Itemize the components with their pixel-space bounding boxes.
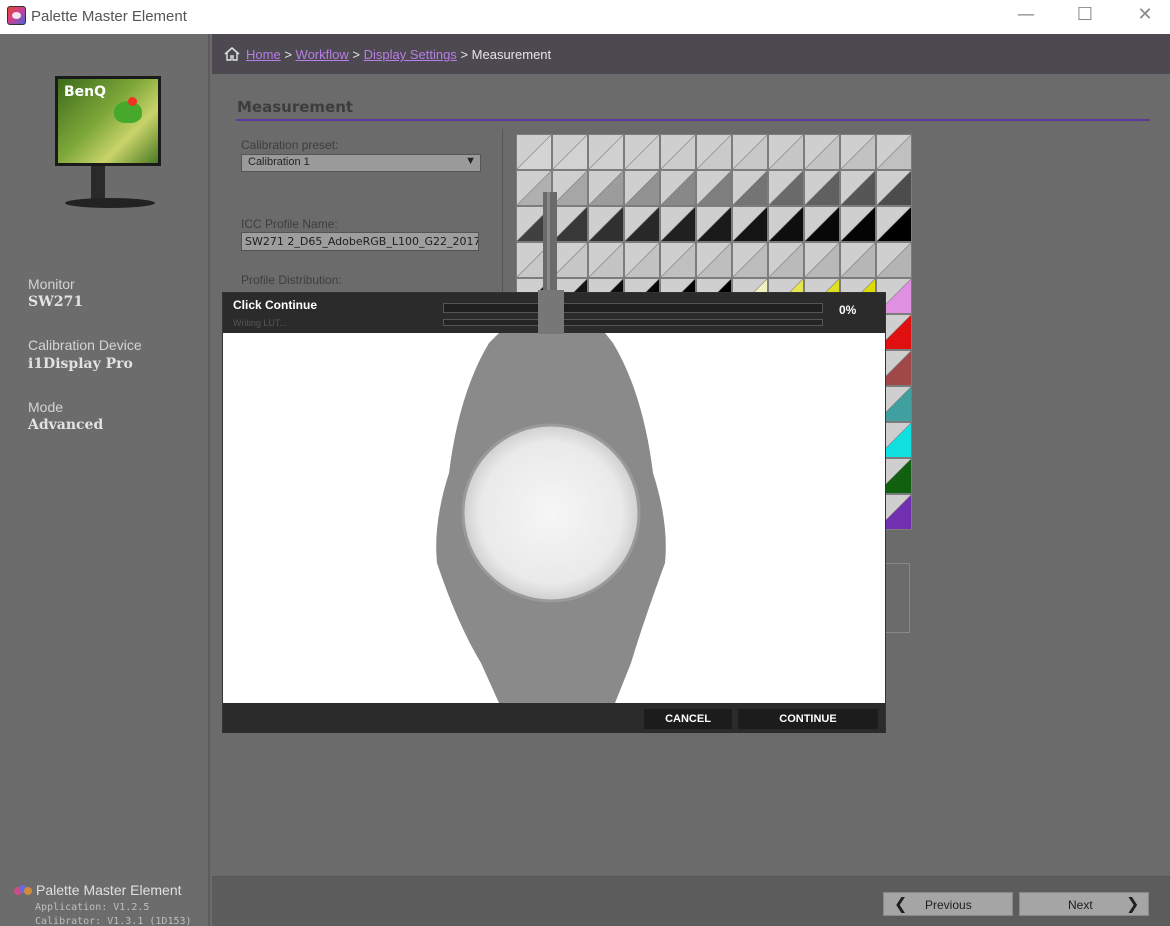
color-patch xyxy=(768,242,804,278)
chevron-down-icon: ▼ xyxy=(465,155,476,167)
color-patch xyxy=(768,134,804,170)
calibration-preset-label: Calibration preset: xyxy=(241,138,339,152)
color-patch xyxy=(840,134,876,170)
color-patch xyxy=(804,134,840,170)
breadcrumb-home-link[interactable]: Home xyxy=(246,47,281,62)
minimize-button[interactable]: — xyxy=(1003,0,1049,32)
color-patch xyxy=(732,134,768,170)
monitor-label: Monitor xyxy=(28,276,75,292)
frog-illustration xyxy=(114,97,142,123)
measurement-dialog: Click Continue Writing LUT... 0% CANCEL … xyxy=(222,292,886,733)
color-patch xyxy=(696,242,732,278)
calibration-preset-value: Calibration 1 xyxy=(248,156,310,168)
color-patch xyxy=(516,134,552,170)
color-patch xyxy=(732,206,768,242)
calibration-device-label: Calibration Device xyxy=(28,337,142,353)
maximize-icon: ☐ xyxy=(1076,4,1094,25)
calibrator-version: Calibrator: V1.3.1 (1D153) xyxy=(35,916,192,926)
brand-footer: Palette Master Element xyxy=(14,882,182,898)
color-patch xyxy=(588,206,624,242)
color-patch xyxy=(732,242,768,278)
title-underline xyxy=(236,119,1150,121)
close-icon: ✕ xyxy=(1137,4,1153,25)
previous-label: Previous xyxy=(925,898,972,912)
next-button[interactable]: Next ❯ xyxy=(1019,892,1149,916)
dialog-footer: CANCEL CONTINUE xyxy=(223,703,885,733)
application-version: Application: V1.2.5 xyxy=(35,902,150,913)
icc-profile-name-label: ICC Profile Name: xyxy=(241,217,338,231)
color-patch xyxy=(660,206,696,242)
monitor-image: BenQ xyxy=(55,76,165,216)
measurement-progress-bar xyxy=(443,303,823,313)
color-patch xyxy=(660,170,696,206)
color-patch xyxy=(804,206,840,242)
brand-name: Palette Master Element xyxy=(36,882,182,898)
cancel-button[interactable]: CANCEL xyxy=(644,709,732,729)
color-patch xyxy=(732,170,768,206)
window-title: Palette Master Element xyxy=(31,8,187,25)
navigation-bar: ❮ Previous Next ❯ xyxy=(212,876,1170,926)
chevron-left-icon: ❮ xyxy=(894,894,908,913)
minimize-icon: — xyxy=(1017,4,1035,25)
color-patch xyxy=(876,134,912,170)
mode-value: Advanced xyxy=(28,417,104,433)
palette-logo-icon xyxy=(14,885,32,895)
breadcrumb: Home > Workflow > Display Settings > Mea… xyxy=(212,34,1170,74)
color-patch xyxy=(696,134,732,170)
dialog-title: Click Continue xyxy=(233,298,318,312)
color-patch xyxy=(840,206,876,242)
color-patch xyxy=(876,170,912,206)
icc-profile-name-input[interactable]: SW271 2_D65_AdobeRGB_L100_G22_2017 xyxy=(241,232,479,251)
page-title: Measurement xyxy=(237,98,354,116)
breadcrumb-separator: > xyxy=(460,47,469,62)
color-patch xyxy=(696,170,732,206)
color-patch xyxy=(768,206,804,242)
sidebar: BenQ Monitor SW271 Calibration Device i1… xyxy=(0,34,210,926)
color-patch xyxy=(804,242,840,278)
breadcrumb-workflow-link[interactable]: Workflow xyxy=(296,47,349,62)
color-patch xyxy=(588,170,624,206)
color-patch xyxy=(840,242,876,278)
breadcrumb-separator: > xyxy=(352,47,360,62)
color-patch xyxy=(660,134,696,170)
next-label: Next xyxy=(1068,898,1093,912)
color-patch xyxy=(624,206,660,242)
monitor-brand-logo: BenQ xyxy=(64,84,107,100)
color-patch xyxy=(696,206,732,242)
lut-progress-bar xyxy=(443,319,823,326)
home-icon[interactable] xyxy=(224,47,240,61)
maximize-button[interactable]: ☐ xyxy=(1062,0,1108,32)
dialog-status: Writing LUT... xyxy=(233,318,287,328)
profile-distribution-label: Profile Distribution: xyxy=(241,273,342,287)
progress-percent: 0% xyxy=(839,303,857,317)
monitor-value: SW271 xyxy=(28,294,84,310)
color-patch xyxy=(768,170,804,206)
window-titlebar: Palette Master Element — ☐ ✕ xyxy=(0,0,1170,34)
color-patch xyxy=(588,134,624,170)
previous-button[interactable]: ❮ Previous xyxy=(883,892,1013,916)
color-patch xyxy=(624,134,660,170)
color-patch xyxy=(624,170,660,206)
color-patch xyxy=(552,134,588,170)
breadcrumb-separator: > xyxy=(284,47,292,62)
color-patch xyxy=(876,206,912,242)
color-patch xyxy=(876,242,912,278)
dialog-body xyxy=(223,333,885,703)
color-patch xyxy=(840,170,876,206)
colorimeter-device-illustration xyxy=(436,333,666,703)
close-window-button[interactable]: ✕ xyxy=(1122,0,1168,32)
app-logo-icon xyxy=(7,6,26,25)
colorimeter-cable xyxy=(538,192,564,334)
color-patch xyxy=(804,170,840,206)
breadcrumb-current: Measurement xyxy=(471,47,552,62)
calibration-preset-select[interactable]: Calibration 1 ▼ xyxy=(241,154,481,172)
color-patch xyxy=(624,242,660,278)
calibration-device-value: i1Display Pro xyxy=(28,356,133,372)
chevron-right-icon: ❯ xyxy=(1126,894,1140,913)
continue-button[interactable]: CONTINUE xyxy=(738,709,878,729)
breadcrumb-display-settings-link[interactable]: Display Settings xyxy=(364,47,457,62)
mode-label: Mode xyxy=(28,399,64,415)
color-patch xyxy=(660,242,696,278)
color-patch xyxy=(588,242,624,278)
